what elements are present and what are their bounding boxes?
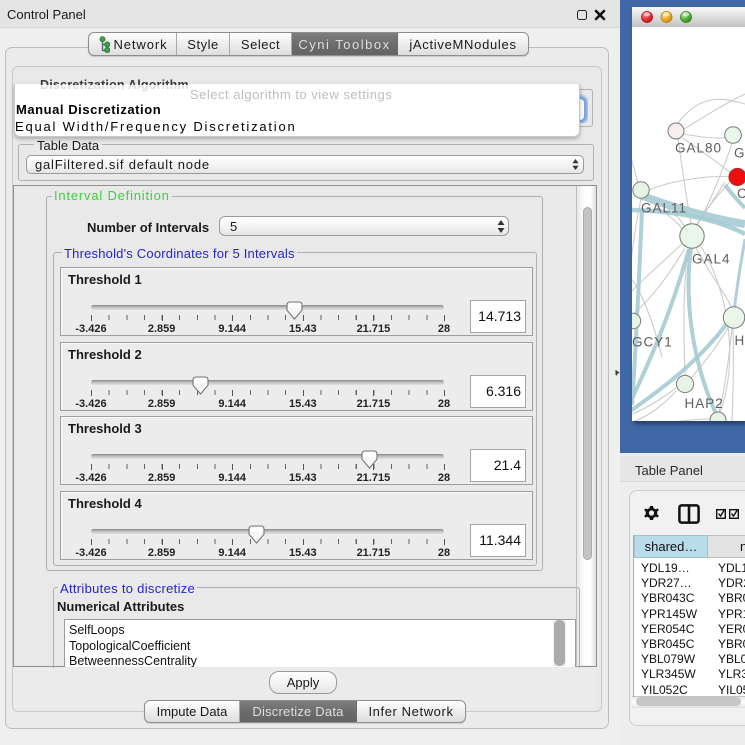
svg-text:GAL4: GAL4 (692, 252, 731, 267)
svg-text:GAL80: GAL80 (675, 141, 722, 156)
svg-text:GCY1: GCY1 (632, 335, 673, 350)
svg-text:H: H (735, 333, 745, 348)
svg-text:GAL: GAL (734, 146, 745, 161)
svg-text:HAP2: HAP2 (685, 396, 724, 411)
svg-text:C: C (737, 186, 745, 201)
svg-text:GAL11: GAL11 (641, 201, 687, 216)
